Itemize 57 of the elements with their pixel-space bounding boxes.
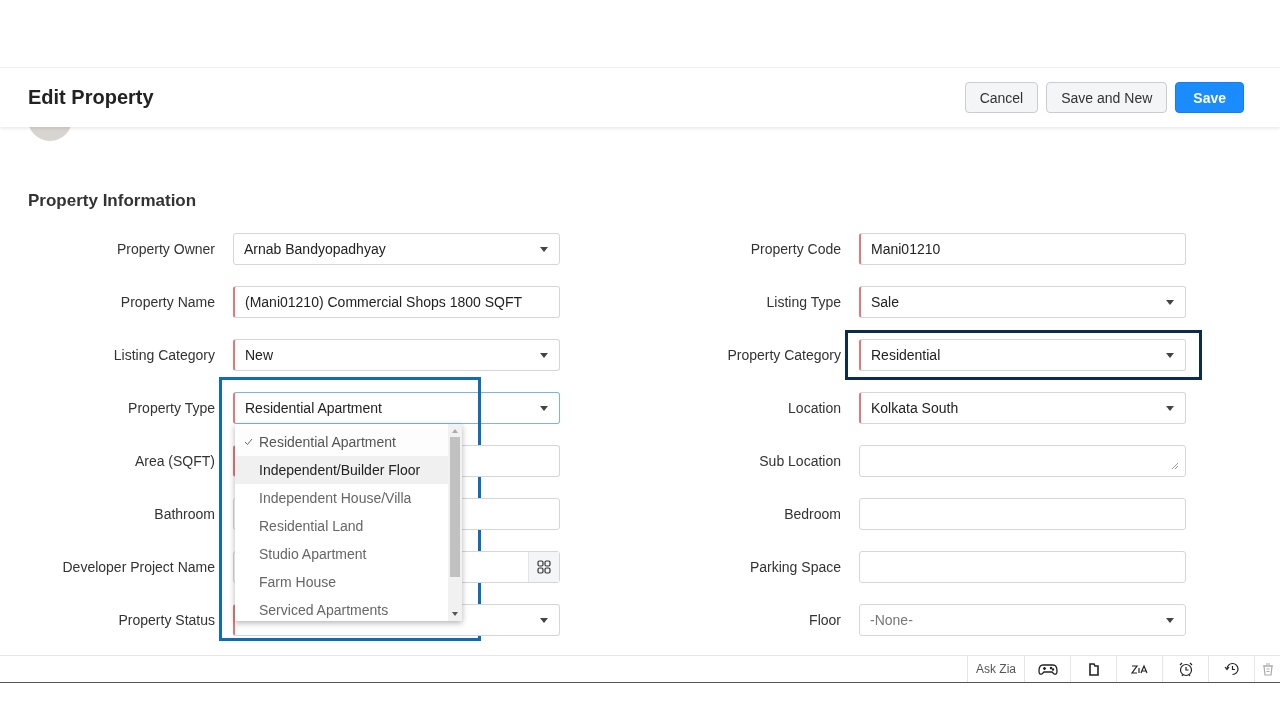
dropdown-option[interactable]: Independent House/Villa: [235, 484, 448, 512]
caret-icon: [540, 405, 548, 411]
dropdown-option[interactable]: Independent/Builder Floor: [235, 456, 448, 484]
input-field[interactable]: [859, 498, 1186, 530]
field-label: Parking Space: [748, 558, 841, 577]
select-field[interactable]: Sale: [859, 286, 1186, 318]
field-label: Property Owner: [115, 240, 215, 259]
history-icon[interactable]: [1223, 661, 1240, 677]
select-field[interactable]: New: [233, 339, 560, 371]
ask-zia-button[interactable]: Ask Zia: [967, 656, 1024, 682]
resize-grip-icon[interactable]: [1171, 462, 1179, 470]
field-label: Bedroom: [783, 505, 841, 524]
trash-icon[interactable]: [1260, 661, 1275, 677]
field-label: Location: [787, 399, 841, 418]
field-label: Property Category: [726, 346, 841, 365]
field-label: Developer Project Name: [61, 558, 215, 577]
select-field[interactable]: Residential: [859, 339, 1186, 371]
field-label: Property Code: [749, 240, 841, 259]
page-title: Edit Property: [28, 86, 154, 109]
section-title: Property Information: [28, 190, 198, 212]
alarm-clock-icon[interactable]: [1177, 661, 1194, 677]
dropdown-option[interactable]: Farm House: [235, 568, 448, 596]
input-field[interactable]: (Mani01210) Commercial Shops 1800 SQFT: [233, 286, 560, 318]
action-button[interactable]: Save and New: [1046, 82, 1168, 113]
lookup-button[interactable]: [528, 552, 559, 582]
field-label: Property Name: [119, 293, 215, 312]
caret-icon: [540, 352, 548, 358]
field-label: Property Status: [117, 611, 215, 630]
caret-icon: [1166, 405, 1174, 411]
signature-icon[interactable]: [1130, 662, 1149, 676]
grid-icon: [537, 560, 551, 574]
select-field[interactable]: Kolkata South: [859, 392, 1186, 424]
select-field[interactable]: -None-: [859, 604, 1186, 636]
document-icon[interactable]: [1086, 661, 1101, 677]
check-icon: [244, 438, 253, 446]
dropdown-option[interactable]: Serviced Apartments: [235, 596, 448, 621]
select-field[interactable]: Arnab Bandyopadhyay: [233, 233, 560, 265]
gamepad-icon[interactable]: [1037, 662, 1058, 676]
field-label: Area (SQFT): [133, 452, 215, 471]
scrollbar[interactable]: [448, 424, 462, 621]
field-label: Bathroom: [153, 505, 215, 524]
input-field[interactable]: [859, 551, 1186, 583]
action-button[interactable]: Cancel: [964, 82, 1039, 113]
field-label: Listing Category: [112, 346, 215, 365]
dropdown-option[interactable]: Studio Apartment: [235, 540, 448, 568]
caret-icon: [1166, 299, 1174, 305]
caret-icon: [540, 246, 548, 252]
field-label: Sub Location: [758, 452, 841, 471]
field-label: Listing Type: [765, 293, 841, 312]
input-field[interactable]: Mani01210: [859, 233, 1186, 265]
field-label: Property Type: [127, 399, 215, 418]
caret-icon: [1166, 352, 1174, 358]
dropdown-option[interactable]: Residential Land: [235, 512, 448, 540]
field-label: Floor: [808, 611, 841, 630]
caret-icon: [1166, 617, 1174, 623]
select-field[interactable]: Residential Apartment: [233, 392, 560, 424]
caret-icon: [540, 617, 548, 623]
